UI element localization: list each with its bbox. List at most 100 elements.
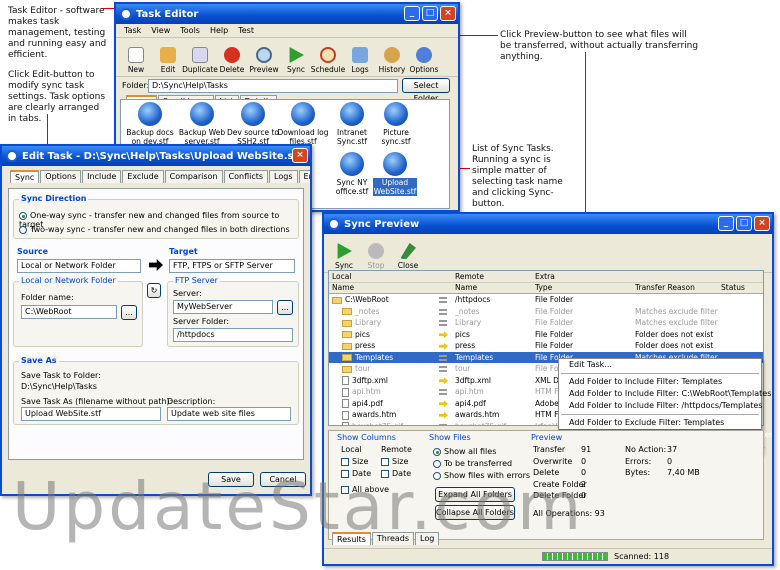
- table-row[interactable]: C:\WebRoot/httpdocs File Folder: [329, 294, 763, 306]
- menu-tools[interactable]: Tools: [180, 26, 200, 35]
- tab-email[interactable]: Email: [298, 170, 310, 183]
- context-menu-item[interactable]: Add Folder to Include Filter: Templates: [559, 376, 761, 388]
- task-item[interactable]: Backup Web server.stf: [177, 102, 227, 146]
- context-menu-item[interactable]: Add Folder to Include Filter: /httpdocs/…: [559, 400, 762, 412]
- folder-path-input[interactable]: D:\Sync\Help\Tasks: [148, 79, 398, 93]
- delete-button[interactable]: Delete: [216, 40, 248, 74]
- tab-exclude[interactable]: Exclude: [122, 170, 164, 183]
- maximize-icon[interactable]: □: [736, 216, 752, 231]
- browse-server-button[interactable]: ...: [277, 300, 293, 315]
- task-item-selected[interactable]: Upload WebSite.stf: [373, 152, 417, 196]
- preview-stop-button[interactable]: Stop: [360, 236, 392, 270]
- refresh-icon[interactable]: ↻: [147, 283, 161, 298]
- options-button[interactable]: Options: [408, 40, 440, 74]
- col-remote-name[interactable]: Name: [455, 283, 535, 292]
- pencil-icon: [160, 47, 176, 63]
- select-folder-button[interactable]: Select Folder: [402, 78, 450, 103]
- context-menu-item[interactable]: Add Folder to Exclude Filter: Templates: [559, 417, 761, 429]
- task-item[interactable]: Sync NY office.stf: [327, 152, 377, 196]
- duplicate-button[interactable]: Duplicate: [182, 40, 218, 74]
- ftp-server-group-title: FTP Server: [173, 276, 220, 285]
- table-row[interactable]: pics pics File Folder Folder does not exist: [329, 329, 763, 341]
- source-select[interactable]: Local or Network Folder: [17, 259, 141, 273]
- col-local-name[interactable]: Name: [329, 283, 455, 292]
- table-row[interactable]: _notes _notes File Folder Matches exclude f…: [329, 306, 763, 318]
- annotation-edit-button: Click Edit-button to modify sync task se…: [8, 70, 106, 124]
- play-icon: [337, 243, 352, 259]
- close-icon[interactable]: ×: [292, 148, 308, 163]
- task-item[interactable]: Intranet Sync.stf: [327, 102, 377, 146]
- table-row[interactable]: press press File Folder Folder does not exi…: [329, 340, 763, 352]
- preview-close-button[interactable]: Close: [392, 236, 424, 270]
- annotation-preview-button: Click Preview-button to see what files w…: [500, 30, 699, 62]
- stat-row: No Action: 37: [625, 445, 678, 454]
- arrow-right-icon: [149, 259, 163, 271]
- server-folder-input[interactable]: /httpdocs: [173, 328, 293, 342]
- close-icon[interactable]: ×: [754, 216, 770, 231]
- tab-comparison[interactable]: Comparison: [164, 170, 223, 183]
- description-input[interactable]: Update web site files: [167, 407, 291, 421]
- status-bar: Scanned: 118: [324, 548, 772, 564]
- server-input[interactable]: MyWebServer: [173, 300, 273, 314]
- sync-task-icon: [340, 102, 364, 126]
- edit-button[interactable]: Edit: [152, 40, 184, 74]
- folder-icon: [332, 296, 342, 304]
- sync-task-icon: [383, 152, 407, 176]
- col-transfer-reason[interactable]: Transfer Reason: [635, 283, 721, 292]
- sync-button[interactable]: Sync: [280, 40, 312, 74]
- two-way-option[interactable]: Two-way sync - transfer new and changed …: [19, 225, 290, 234]
- schedule-button[interactable]: Schedule: [311, 40, 345, 74]
- play-icon: [289, 47, 304, 63]
- maximize-icon[interactable]: □: [422, 6, 438, 21]
- show-columns-remote-label: Remote: [381, 445, 412, 454]
- menu-help[interactable]: Help: [210, 26, 228, 35]
- server-folder-label: Server Folder:: [173, 317, 230, 326]
- table-row[interactable]: Library Library File Folder Matches exclude…: [329, 317, 763, 329]
- menu-test[interactable]: Test: [238, 26, 254, 35]
- folder-icon: [342, 342, 352, 350]
- task-item[interactable]: Backup docs on dev.stf: [125, 102, 175, 146]
- app-icon: [6, 150, 18, 162]
- stat-row: Transfer 91: [533, 445, 592, 454]
- browse-folder-button[interactable]: ...: [121, 305, 137, 320]
- remote-size-checkbox[interactable]: Size: [381, 457, 408, 466]
- menu-view[interactable]: View: [151, 26, 170, 35]
- tab-logs[interactable]: Logs: [269, 170, 298, 183]
- stats-right: No Action: 37 Errors: 0 Bytes: 7,40 MB: [625, 445, 700, 480]
- folder-icon: [342, 308, 352, 316]
- col-status[interactable]: Status: [721, 283, 761, 292]
- task-editor-titlebar: Task Editor _ □ ×: [116, 4, 458, 24]
- folder-icon: [342, 365, 352, 373]
- minimize-icon[interactable]: _: [404, 6, 420, 21]
- close-arrow-icon: [400, 243, 416, 259]
- task-item[interactable]: Download log files.stf: [275, 102, 331, 146]
- new-button[interactable]: New: [120, 40, 152, 74]
- close-icon[interactable]: ×: [440, 6, 456, 21]
- tab-conflicts[interactable]: Conflicts: [223, 170, 269, 183]
- tab-options[interactable]: Options: [40, 170, 82, 183]
- show-columns-title: Show Columns: [335, 433, 398, 442]
- menu-separator: [561, 373, 759, 374]
- context-menu-item[interactable]: Edit Task...: [559, 359, 761, 371]
- file-icon: [342, 422, 349, 425]
- task-item[interactable]: Dev source to SSH2.stf: [225, 102, 281, 146]
- tab-sync[interactable]: Sync: [10, 170, 40, 183]
- tab-include[interactable]: Include: [82, 170, 122, 183]
- save-as-input[interactable]: Upload WebSite.stf: [21, 407, 161, 421]
- col-type[interactable]: Type: [535, 283, 635, 292]
- folder-name-input[interactable]: C:\WebRoot: [21, 305, 117, 319]
- menu-task[interactable]: Task: [124, 26, 141, 35]
- context-menu-item[interactable]: Add Folder to Include Filter: C:\WebRoot…: [559, 388, 771, 400]
- local-size-checkbox[interactable]: Size: [341, 457, 368, 466]
- show-all-files-radio[interactable]: Show all files: [433, 447, 496, 456]
- preview-button[interactable]: Preview: [248, 40, 280, 74]
- minimize-icon[interactable]: _: [718, 216, 734, 231]
- target-select[interactable]: FTP, FTPS or SFTP Server: [169, 259, 295, 273]
- logs-button[interactable]: Logs: [344, 40, 376, 74]
- history-button[interactable]: History: [376, 40, 408, 74]
- annotation-sync-tasks: List of Sync Tasks. Running a sync is si…: [472, 144, 563, 209]
- equal-icon: [439, 308, 447, 315]
- task-item[interactable]: Picture sync.stf: [371, 102, 421, 146]
- preview-sync-button[interactable]: Sync: [328, 236, 360, 270]
- to-be-transferred-radio[interactable]: To be transferred: [433, 459, 512, 468]
